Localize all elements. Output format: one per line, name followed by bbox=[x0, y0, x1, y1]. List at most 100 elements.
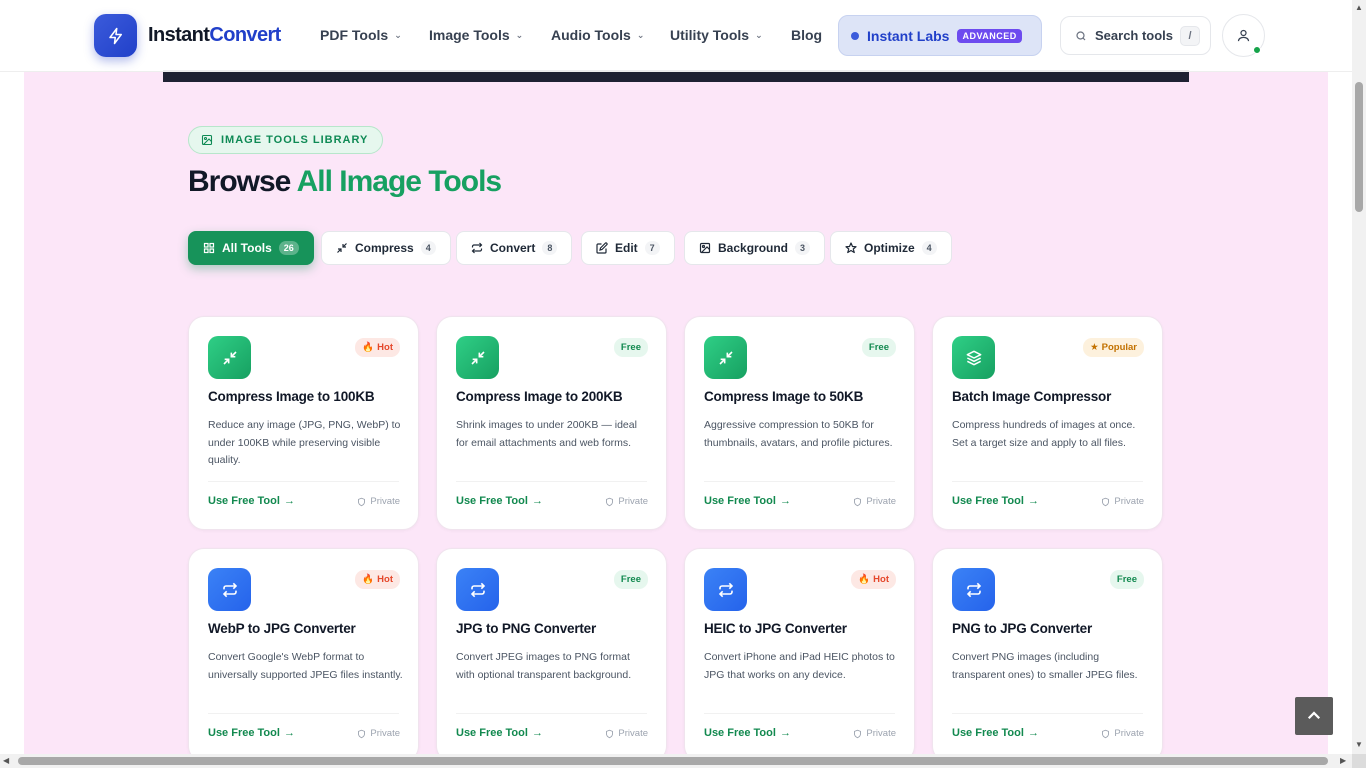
privacy-text: Private bbox=[1114, 496, 1144, 507]
tool-icon bbox=[456, 568, 499, 611]
shield-icon bbox=[1102, 497, 1110, 506]
use-free-tool-link[interactable]: Use Free Tool → bbox=[456, 727, 543, 739]
page-title-part1: Browse bbox=[188, 165, 291, 198]
cta-label: Use Free Tool bbox=[456, 727, 528, 739]
nav-blog[interactable]: Blog bbox=[791, 27, 822, 43]
filter-tab-compress[interactable]: Compress 4 bbox=[321, 231, 451, 265]
scroll-to-top-button[interactable] bbox=[1295, 697, 1333, 735]
filter-count: 4 bbox=[921, 241, 937, 255]
search-placeholder: Search tools bbox=[1095, 28, 1174, 43]
arrow-right-icon: → bbox=[779, 727, 791, 739]
brand-name-part1: Instant bbox=[148, 24, 210, 46]
layers-icon bbox=[966, 350, 981, 365]
nav-utility-tools[interactable]: Utility Tools ⌄ bbox=[670, 27, 763, 43]
filter-count: 7 bbox=[644, 241, 660, 255]
scroll-left-icon[interactable]: ◀ bbox=[3, 756, 9, 765]
filter-label: Optimize bbox=[864, 241, 915, 255]
tool-card-compress-50kb[interactable]: Free Compress Image to 50KB Aggressive c… bbox=[684, 316, 915, 530]
use-free-tool-link[interactable]: Use Free Tool → bbox=[952, 727, 1039, 739]
search-tools-button[interactable]: Search tools / bbox=[1060, 16, 1211, 55]
use-free-tool-link[interactable]: Use Free Tool → bbox=[704, 727, 791, 739]
tool-title: Compress Image to 50KB bbox=[704, 389, 864, 404]
tool-card-compress-100kb[interactable]: 🔥 Hot Compress Image to 100KB Reduce any … bbox=[188, 316, 419, 530]
tool-title: Compress Image to 100KB bbox=[208, 389, 375, 404]
filter-count: 26 bbox=[278, 241, 299, 255]
filter-label: Background bbox=[718, 241, 789, 255]
badge-label: Popular bbox=[1101, 342, 1137, 353]
convert-icon bbox=[222, 582, 237, 597]
tool-description: Convert PNG images (including transparen… bbox=[952, 651, 1138, 681]
filter-tab-optimize[interactable]: Optimize 4 bbox=[830, 231, 952, 265]
tool-description: Aggressive compression to 50KB for thumb… bbox=[704, 419, 893, 449]
nav-pdf-tools[interactable]: PDF Tools ⌄ bbox=[320, 27, 402, 43]
arrow-right-icon: → bbox=[283, 727, 295, 739]
popular-badge: ★ Popular bbox=[1083, 338, 1144, 357]
fire-icon: 🔥 bbox=[362, 342, 375, 353]
filter-tab-convert[interactable]: Convert 8 bbox=[456, 231, 573, 265]
use-free-tool-link[interactable]: Use Free Tool → bbox=[704, 495, 791, 507]
nav-label: Image Tools bbox=[429, 27, 510, 43]
tool-description: Convert Google's WebP format to universa… bbox=[208, 651, 403, 681]
user-account-button[interactable] bbox=[1222, 14, 1265, 57]
instant-labs-button[interactable]: Instant Labs ADVANCED bbox=[838, 15, 1042, 56]
nav-image-tools[interactable]: Image Tools ⌄ bbox=[429, 27, 523, 43]
filter-tab-all-tools[interactable]: All Tools 26 bbox=[188, 231, 314, 265]
arrow-right-icon: → bbox=[1027, 727, 1039, 739]
privacy-label: Private bbox=[605, 496, 648, 507]
arrow-right-icon: → bbox=[779, 495, 791, 507]
tool-card-webp-to-jpg[interactable]: 🔥 Hot WebP to JPG Converter Convert Googl… bbox=[188, 548, 419, 754]
vertical-scroll-thumb[interactable] bbox=[1355, 82, 1363, 212]
tool-icon bbox=[456, 336, 499, 379]
privacy-text: Private bbox=[866, 728, 896, 739]
scroll-down-icon[interactable]: ▼ bbox=[1355, 740, 1363, 749]
horizontal-scrollbar[interactable]: ◀ ▶ bbox=[0, 754, 1352, 768]
tool-icon bbox=[704, 568, 747, 611]
badge-label: Free bbox=[1116, 574, 1137, 585]
divider bbox=[208, 713, 399, 714]
use-free-tool-link[interactable]: Use Free Tool → bbox=[952, 495, 1039, 507]
shield-icon bbox=[606, 729, 614, 738]
page: InstantConvert PDF Tools ⌄ Image Tools ⌄ A… bbox=[0, 0, 1352, 754]
shield-icon bbox=[358, 497, 366, 506]
divider bbox=[704, 713, 895, 714]
nav-label: Audio Tools bbox=[551, 27, 631, 43]
tool-card-heic-to-jpg[interactable]: 🔥 Hot HEIC to JPG Converter Convert iPhon… bbox=[684, 548, 915, 754]
use-free-tool-link[interactable]: Use Free Tool → bbox=[456, 495, 543, 507]
image-icon bbox=[699, 242, 711, 254]
cta-label: Use Free Tool bbox=[456, 495, 528, 507]
logo-badge[interactable] bbox=[94, 14, 137, 57]
tool-card-png-to-jpg[interactable]: Free PNG to JPG Converter Convert PNG im… bbox=[932, 548, 1163, 754]
use-free-tool-link[interactable]: Use Free Tool → bbox=[208, 727, 295, 739]
filter-tab-background[interactable]: Background 3 bbox=[684, 231, 826, 265]
horizontal-scroll-thumb[interactable] bbox=[18, 757, 1328, 765]
vertical-scrollbar[interactable]: ▲ ▼ bbox=[1352, 0, 1366, 754]
tool-card-jpg-to-png[interactable]: Free JPG to PNG Converter Convert JPEG i… bbox=[436, 548, 667, 754]
search-shortcut: / bbox=[1180, 26, 1200, 46]
privacy-text: Private bbox=[1114, 728, 1144, 739]
star-icon: ★ bbox=[1090, 342, 1099, 353]
divider bbox=[456, 481, 647, 482]
tool-title: PNG to JPG Converter bbox=[952, 621, 1093, 636]
tool-icon bbox=[208, 336, 251, 379]
brand-name[interactable]: InstantConvert bbox=[148, 24, 281, 47]
privacy-text: Private bbox=[370, 728, 400, 739]
privacy-label: Private bbox=[1101, 496, 1144, 507]
badge-label: Hot bbox=[377, 574, 393, 585]
tool-card-batch-compressor[interactable]: ★ Popular Batch Image Compressor Compress… bbox=[932, 316, 1163, 530]
scroll-right-icon[interactable]: ▶ bbox=[1340, 756, 1346, 765]
divider bbox=[952, 713, 1143, 714]
scroll-up-icon[interactable]: ▲ bbox=[1355, 3, 1363, 12]
use-free-tool-link[interactable]: Use Free Tool → bbox=[208, 495, 295, 507]
scrollbar-corner bbox=[1352, 754, 1366, 768]
tool-card-compress-200kb[interactable]: Free Compress Image to 200KB Shrink imag… bbox=[436, 316, 667, 530]
free-badge: Free bbox=[861, 338, 896, 357]
divider bbox=[456, 713, 647, 714]
tool-title: JPG to PNG Converter bbox=[456, 621, 597, 636]
hot-badge: 🔥 Hot bbox=[355, 338, 400, 357]
nav-audio-tools[interactable]: Audio Tools ⌄ bbox=[551, 27, 644, 43]
tool-description: Reduce any image (JPG, PNG, WebP) to und… bbox=[208, 419, 401, 466]
brand-name-part2: Convert bbox=[209, 24, 281, 46]
edit-icon bbox=[596, 242, 608, 254]
user-icon bbox=[1237, 29, 1250, 42]
filter-tab-edit[interactable]: Edit 7 bbox=[581, 231, 675, 265]
